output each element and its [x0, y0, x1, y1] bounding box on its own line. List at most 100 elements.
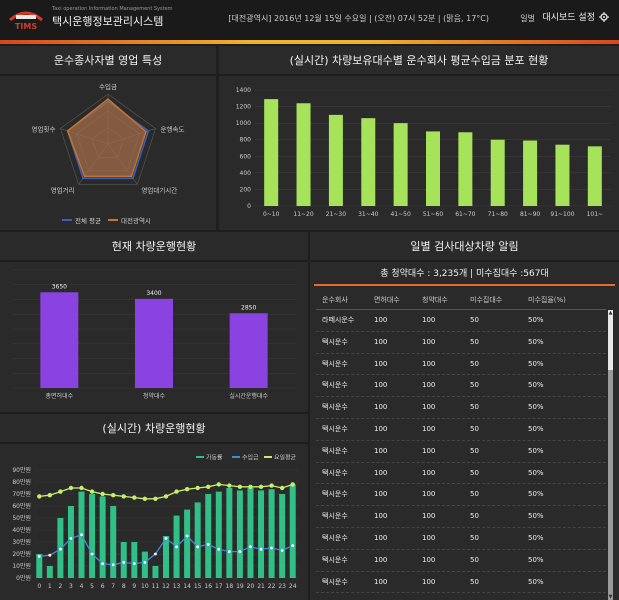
table-row[interactable]: 택시운수 100 100 50 50%: [316, 375, 606, 398]
y-tick-label: 70만원: [12, 490, 31, 498]
income-point: [291, 544, 295, 547]
table-cell: 라떼시운수: [322, 316, 355, 324]
table-row[interactable]: 택시운수 100 100 50 50%: [316, 441, 606, 463]
weekday-average-point: [121, 494, 126, 499]
x-tick-label: 41~50: [390, 211, 410, 218]
x-tick-label: 8: [122, 583, 126, 590]
header-accent-line: [0, 40, 619, 44]
operation-rate-bar[interactable]: [226, 488, 233, 578]
operation-rate-bar[interactable]: [141, 551, 148, 578]
income-bar[interactable]: [393, 123, 408, 206]
operation-rate-bar[interactable]: [46, 566, 53, 578]
operation-rate-bar[interactable]: [268, 489, 275, 578]
weekday-average-point: [58, 489, 63, 494]
income-bar[interactable]: [264, 99, 279, 206]
table-cell: 100: [374, 533, 388, 542]
scroll-down-icon[interactable]: ▼: [608, 594, 613, 600]
operation-rate-bar[interactable]: [279, 494, 286, 578]
y-tick-label: 0: [247, 203, 251, 210]
operation-rate-bar[interactable]: [131, 542, 138, 578]
column-header[interactable]: 미수집율(%): [528, 290, 598, 309]
operation-rate-bar[interactable]: [236, 490, 243, 578]
vehicle-bar[interactable]: [229, 313, 268, 388]
column-header[interactable]: 미수집대수: [470, 290, 528, 309]
scrollbar-thumb[interactable]: [608, 370, 613, 600]
legend-label: 요일평균: [274, 454, 297, 462]
table-row[interactable]: 택시운수 100 100 50 50%: [316, 397, 606, 419]
table-row[interactable]: 택시운수 100 100 50 50%: [316, 572, 606, 594]
app-header: TIMS Taxi operation Information Manageme…: [0, 0, 619, 40]
operation-rate-bar[interactable]: [67, 506, 74, 578]
column-header[interactable]: 면허대수: [374, 290, 422, 309]
income-bar[interactable]: [458, 132, 473, 206]
table-cell: 50%: [528, 555, 544, 564]
operation-rate-bar[interactable]: [194, 502, 201, 578]
table-cell: 50%: [528, 577, 544, 586]
operation-rate-bar[interactable]: [99, 496, 106, 578]
scroll-up-icon[interactable]: ▲: [608, 310, 613, 316]
table-cell: 50%: [528, 337, 544, 346]
income-bar[interactable]: [490, 139, 505, 206]
operation-rate-bar[interactable]: [110, 506, 117, 578]
operation-rate-bar[interactable]: [247, 488, 254, 578]
operation-rate-bar[interactable]: [289, 484, 296, 578]
inspection-table: 운수회사 면허대수 청약대수 미수집대수 미수집율(%) 라떼시운수 100 100…: [316, 290, 606, 594]
operation-rate-bar[interactable]: [258, 490, 265, 578]
x-tick-label: 101~: [587, 211, 603, 218]
bar-value-label: 3650: [52, 283, 67, 290]
x-tick-label: 51~60: [423, 211, 443, 218]
income-point: [59, 547, 62, 551]
operation-rate-bar[interactable]: [89, 494, 96, 578]
weekday-average-point: [227, 483, 232, 488]
x-tick-label: 16: [204, 583, 212, 590]
table-row[interactable]: 택시운수 100 100 50 50%: [316, 419, 606, 441]
operation-rate-bar[interactable]: [120, 542, 127, 578]
table-row[interactable]: 택시운수 100 100 50 50%: [316, 550, 606, 572]
y-tick-label: 90만원: [12, 466, 31, 474]
income-bar[interactable]: [523, 140, 538, 206]
income-bar[interactable]: [361, 118, 376, 206]
operation-rate-bar[interactable]: [205, 494, 212, 578]
vehicle-bar[interactable]: [40, 292, 79, 388]
legend-label-city: 대전광역시: [121, 216, 151, 225]
x-tick-label: 61~70: [455, 211, 475, 218]
income-bar[interactable]: [555, 144, 570, 206]
x-tick-label: 22: [268, 583, 276, 590]
dashboard-settings-button[interactable]: 대시보드 설정: [542, 10, 609, 23]
income-bar[interactable]: [296, 103, 311, 206]
inspection-panel: 일별 검사대상차량 알림 총 청약대수 : 3,235개 | 미수집대수 :56…: [310, 232, 619, 600]
table-scrollbar[interactable]: ▲ ▼: [608, 310, 613, 600]
operation-rate-bar[interactable]: [184, 509, 191, 578]
table-row[interactable]: 택시운수 100 100 50 50%: [316, 463, 606, 485]
table-row[interactable]: 택시운수 100 100 50 50%: [316, 332, 606, 354]
table-row[interactable]: 택시운수 100 100 50 50%: [316, 528, 606, 550]
income-point: [132, 562, 136, 565]
table-row[interactable]: 라떼시운수 100 100 50 50%: [316, 310, 606, 332]
table-cell: 50: [470, 381, 479, 390]
table-cell: 50%: [528, 381, 544, 390]
income-point: [101, 562, 105, 565]
inspection-title: 일별 검사대상차량 알림: [310, 232, 619, 262]
operation-rate-bar[interactable]: [215, 491, 222, 578]
table-cell: 100: [422, 381, 436, 390]
income-point: [175, 545, 178, 549]
table-row[interactable]: 택시운수 100 100 50 50%: [316, 354, 606, 376]
table-cell: 50%: [528, 424, 544, 433]
income-bar[interactable]: [426, 131, 440, 206]
income-bar[interactable]: [587, 146, 602, 206]
operation-rate-bar[interactable]: [152, 566, 159, 578]
weekday-average-point: [237, 484, 243, 489]
column-header[interactable]: 운수회사: [316, 290, 374, 309]
vehicle-bar[interactable]: [135, 298, 173, 388]
table-row[interactable]: 택시운수 100 100 50 50%: [316, 506, 606, 528]
radar-chart: 수입금운행속도영업대기시간 영업거리 영업횟수 전체 평균 대전광역시: [32, 83, 185, 225]
table-cell: 택시운수: [322, 359, 348, 368]
table-cell: 100: [374, 446, 388, 455]
weekday-average-point: [79, 485, 84, 491]
table-cell: 100: [422, 316, 436, 324]
income-bar[interactable]: [328, 114, 343, 206]
y-tick-label: 20만원: [12, 550, 31, 558]
table-row[interactable]: 택시운수 100 100 50 50%: [316, 484, 606, 507]
column-header[interactable]: 청약대수: [422, 290, 470, 309]
x-tick-label: 실시간운행대수: [229, 392, 268, 400]
